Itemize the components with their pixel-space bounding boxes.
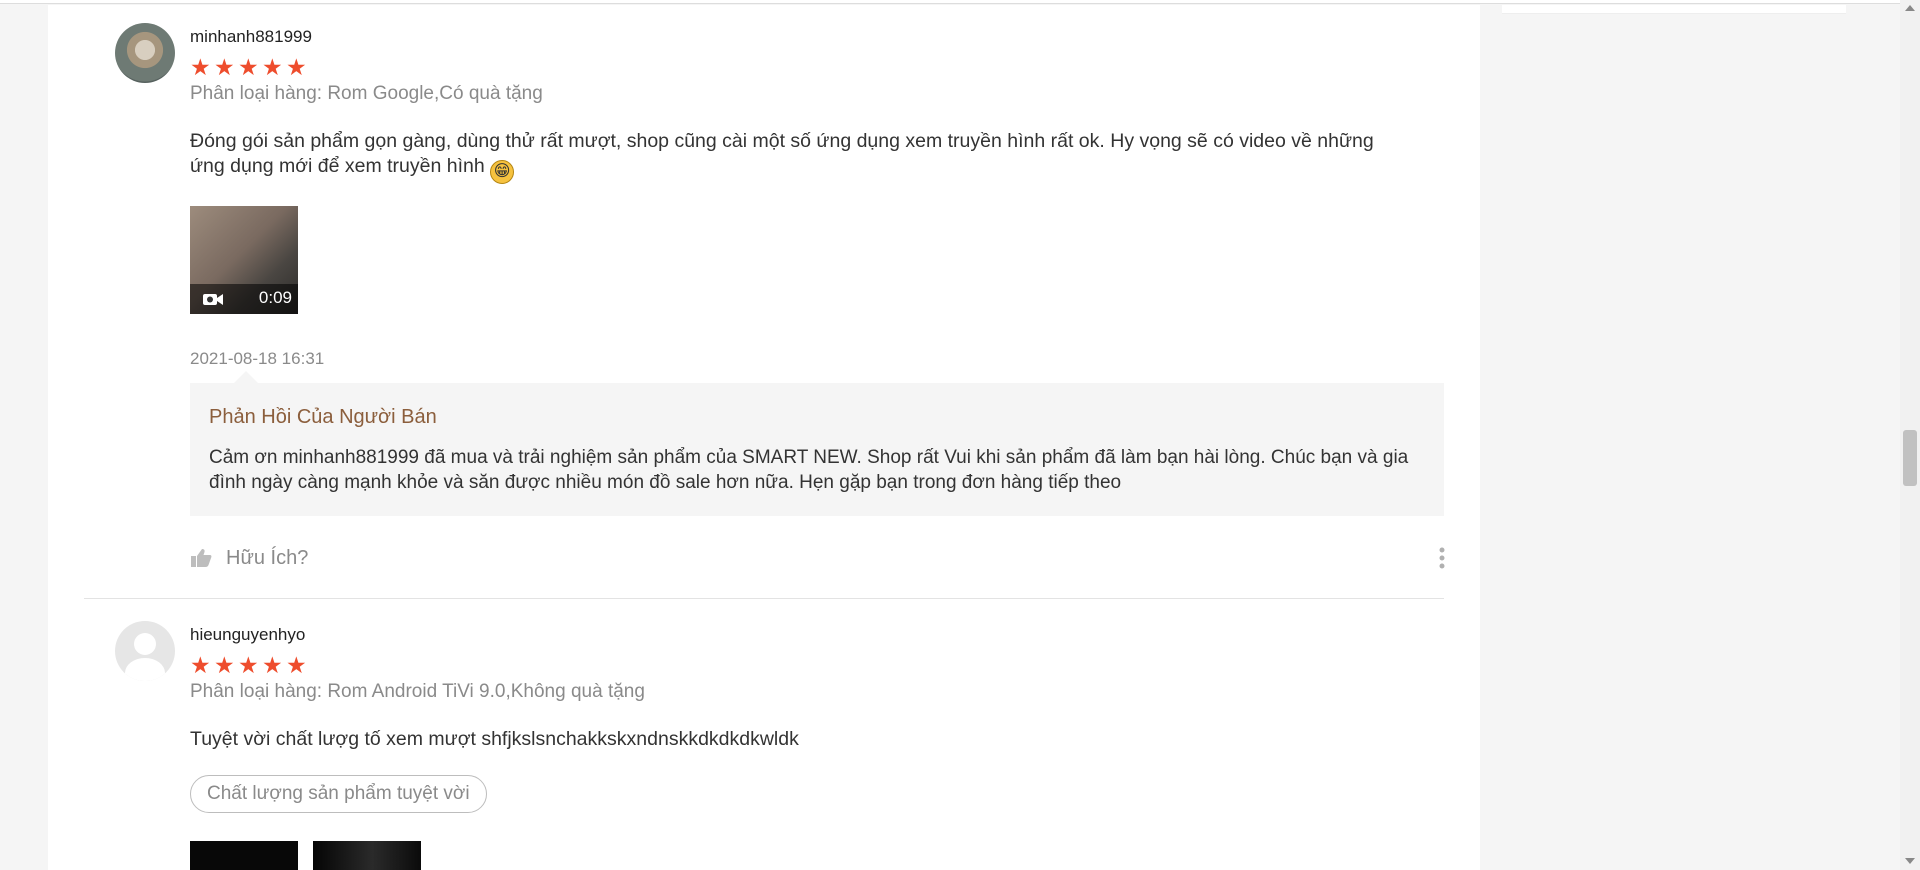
- review-content: minhanh881999 ★ ★ ★ ★ ★ Phân loại hàng: …: [190, 19, 1446, 572]
- rating-stars: ★ ★ ★ ★ ★: [190, 54, 1444, 80]
- sidebar-panel: [1502, 5, 1846, 14]
- review-comment: Tuyệt vời chất lượg tố xem mượt shfjksls…: [190, 728, 799, 750]
- helpful-label[interactable]: Hữu Ích?: [226, 547, 308, 570]
- video-duration: 0:09: [258, 288, 292, 307]
- page-top-edge: [0, 0, 1900, 4]
- star-icon: ★: [286, 54, 307, 80]
- seller-reply-title: Phản Hồi Của Người Bán: [209, 406, 437, 428]
- review-time: 2021-08-18 16:31: [190, 349, 325, 368]
- default-avatar-head-icon: [134, 633, 156, 655]
- star-icon: ★: [214, 652, 235, 678]
- thumb-up-icon[interactable]: [190, 548, 212, 568]
- review-media-thumbnail[interactable]: [313, 841, 421, 870]
- star-icon: ★: [238, 54, 259, 80]
- grinning-emoji-icon: 😁: [490, 160, 515, 184]
- star-icon: ★: [190, 652, 211, 678]
- star-icon: ★: [238, 652, 259, 678]
- star-icon: ★: [190, 54, 211, 80]
- review-comment: Đóng gói sản phẩm gọn gàng, dùng thử rất…: [190, 129, 1410, 184]
- page-scrollbar[interactable]: [1900, 0, 1920, 870]
- review-media-row: [190, 841, 1444, 870]
- review-media-thumbnail[interactable]: [190, 841, 298, 870]
- star-icon: ★: [262, 54, 283, 80]
- more-vertical-icon[interactable]: [1438, 546, 1446, 570]
- review-video-thumbnail[interactable]: 0:09: [190, 206, 298, 314]
- review-divider: [84, 598, 1444, 599]
- video-camera-icon: [203, 294, 223, 305]
- reviewer-username[interactable]: hieunguyenhyo: [190, 625, 1444, 645]
- helpful-row: Hữu Ích?: [190, 546, 1446, 572]
- star-icon: ★: [214, 54, 235, 80]
- reviewer-username[interactable]: minhanh881999: [190, 27, 1444, 47]
- seller-reply-text: Cảm ơn minhanh881999 đã mua và trải nghi…: [209, 447, 1409, 493]
- star-icon: ★: [286, 652, 307, 678]
- avatar[interactable]: [115, 621, 175, 681]
- product-variant: Phân loại hàng: Rom Android TiVi 9.0,Khô…: [190, 681, 645, 702]
- review-tag: Chất lượng sản phẩm tuyệt vời: [190, 775, 487, 813]
- review-content: hieunguyenhyo ★ ★ ★ ★ ★ Phân loại hàng: …: [190, 617, 1444, 870]
- review-comment-text: Đóng gói sản phẩm gọn gàng, dùng thử rất…: [190, 130, 1374, 177]
- seller-reply: Phản Hồi Của Người Bán Cảm ơn minhanh881…: [190, 371, 1444, 516]
- scroll-down-icon[interactable]: [1905, 858, 1915, 864]
- default-avatar-body-icon: [125, 658, 165, 681]
- scrollbar-thumb[interactable]: [1903, 430, 1917, 486]
- rating-stars: ★ ★ ★ ★ ★: [190, 652, 1444, 678]
- scroll-up-icon[interactable]: [1905, 5, 1915, 11]
- avatar[interactable]: [115, 23, 175, 83]
- product-variant: Phân loại hàng: Rom Google,Có quà tặng: [190, 83, 543, 104]
- star-icon: ★: [262, 652, 283, 678]
